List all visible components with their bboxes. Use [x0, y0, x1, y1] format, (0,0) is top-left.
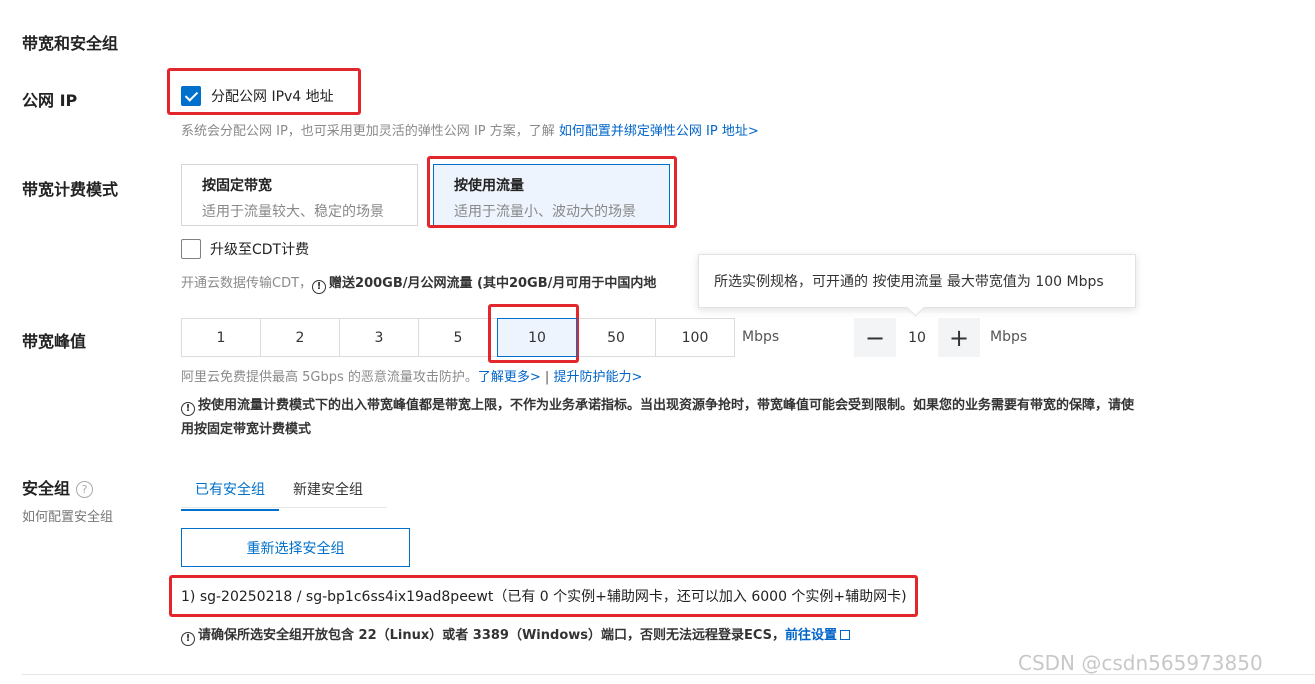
bandwidth-stepper: − 10 + — [854, 318, 980, 357]
assign-ipv4-label: 分配公网 IPv4 地址 — [211, 89, 334, 105]
bandwidth-unit: Mbps — [742, 329, 780, 345]
security-group-label: 安全组 — [22, 479, 71, 498]
cdt-hint-prefix: 开通云数据传输CDT， — [181, 276, 313, 291]
stepper-value[interactable]: 10 — [896, 318, 938, 357]
billing-mode-label: 带宽计费模式 — [22, 180, 119, 199]
stepper-plus-button[interactable]: + — [938, 318, 980, 357]
bandwidth-option-1[interactable]: 1 — [181, 318, 261, 357]
bandwidth-warning-line1: 按使用流量计费模式下的出入带宽峰值都是带宽上限，不作为业务承诺指标。当出现资源争… — [198, 398, 1135, 413]
max-bandwidth-tooltip: 所选实例规格，可开通的 按使用流量 最大带宽值为 100 Mbps — [698, 254, 1136, 308]
cdt-hint: 开通云数据传输CDT，! 赠送200GB/月公网流量 (其中20GB/月可用于中国… — [181, 272, 701, 294]
link-separator: | — [540, 370, 554, 385]
billing-fixed-title: 按固定带宽 — [202, 178, 272, 194]
warning-icon: ! — [181, 632, 195, 646]
external-link-icon — [840, 630, 851, 640]
assign-ipv4-checkbox[interactable] — [181, 86, 201, 106]
stepper-unit: Mbps — [990, 329, 1028, 345]
bandwidth-option-100[interactable]: 100 — [655, 318, 735, 357]
billing-pay-by-traffic-card[interactable]: 按使用流量 适用于流量小、波动大的场景 — [433, 164, 670, 226]
bandwidth-option-5[interactable]: 5 — [418, 318, 498, 357]
tab-new-security-group[interactable]: 新建安全组 — [279, 470, 377, 511]
reselect-security-group-button[interactable]: 重新选择安全组 — [181, 528, 410, 567]
ddos-hint-text: 阿里云免费提供最高 5Gbps 的恶意流量攻击防护。 — [181, 370, 478, 385]
billing-fixed-bandwidth-card[interactable]: 按固定带宽 适用于流量较大、稳定的场景 — [181, 164, 418, 226]
public-ip-hint-text: 系统会分配公网 IP，也可采用更加灵活的弹性公网 IP 方案，了解 — [181, 124, 555, 139]
eip-config-link[interactable]: 如何配置并绑定弹性公网 IP 地址> — [559, 124, 759, 139]
cdt-checkbox[interactable] — [181, 239, 201, 259]
bandwidth-warning-line2: 用按固定带宽计费模式 — [181, 422, 312, 437]
billing-traffic-title: 按使用流量 — [454, 178, 524, 194]
tabs-divider — [181, 507, 387, 508]
cdt-hint-bold: 赠送200GB/月公网流量 (其中20GB/月可用于中国内地 — [329, 276, 657, 291]
watermark: CSDN @csdn565973850 — [1018, 651, 1263, 675]
security-group-howto[interactable]: 如何配置安全组 — [22, 506, 113, 525]
bandwidth-option-2[interactable]: 2 — [260, 318, 340, 357]
security-group-tabs: 已有安全组 新建安全组 — [181, 470, 377, 511]
security-group-warning-text: 请确保所选安全组开放包含 22（Linux）或者 3389（Windows）端口… — [198, 628, 786, 643]
bandwidth-option-3[interactable]: 3 — [339, 318, 419, 357]
stepper-minus-button[interactable]: − — [854, 318, 896, 357]
bandwidth-warning: ! 按使用流量计费模式下的出入带宽峰值都是带宽上限，不作为业务承诺指标。当出现资源… — [181, 394, 1291, 442]
bandwidth-peak-label: 带宽峰值 — [22, 332, 87, 351]
bandwidth-option-10[interactable]: 10 — [497, 318, 577, 357]
section-title: 带宽和安全组 — [22, 34, 119, 53]
go-settings-link[interactable]: 前往设置 — [785, 628, 837, 643]
billing-traffic-desc: 适用于流量小、波动大的场景 — [454, 204, 636, 220]
learn-more-link[interactable]: 了解更多> — [478, 370, 541, 385]
cdt-checkbox-label: 升级至CDT计费 — [210, 242, 310, 258]
assign-ipv4-checkbox-row[interactable]: 分配公网 IPv4 地址 — [181, 86, 334, 106]
bandwidth-peak-options: 1 2 3 5 10 50 100 — [181, 318, 735, 357]
bandwidth-option-50[interactable]: 50 — [576, 318, 656, 357]
tooltip-text: 所选实例规格，可开通的 按使用流量 最大带宽值为 100 Mbps — [714, 274, 1104, 290]
help-icon[interactable]: ? — [76, 481, 94, 498]
public-ip-hint: 系统会分配公网 IP，也可采用更加灵活的弹性公网 IP 方案，了解 如何配置并绑… — [181, 120, 759, 139]
billing-fixed-desc: 适用于流量较大、稳定的场景 — [202, 204, 384, 220]
info-icon: ! — [312, 280, 327, 294]
ddos-hint: 阿里云免费提供最高 5Gbps 的恶意流量攻击防护。了解更多> | 提升防护能力… — [181, 366, 642, 385]
security-group-warning: ! 请确保所选安全组开放包含 22（Linux）或者 3389（Windows）端… — [181, 624, 851, 648]
security-group-label-row: 安全组? — [22, 475, 94, 499]
selected-security-group-info: 1) sg-20250218 / sg-bp1c6ss4ix19ad8peewt… — [181, 589, 907, 605]
public-ip-label: 公网 IP — [22, 91, 78, 110]
cdt-checkbox-row[interactable]: 升级至CDT计费 — [181, 239, 309, 259]
tab-existing-security-group[interactable]: 已有安全组 — [181, 470, 279, 511]
upgrade-protection-link[interactable]: 提升防护能力> — [553, 370, 642, 385]
warning-icon: ! — [181, 402, 195, 416]
